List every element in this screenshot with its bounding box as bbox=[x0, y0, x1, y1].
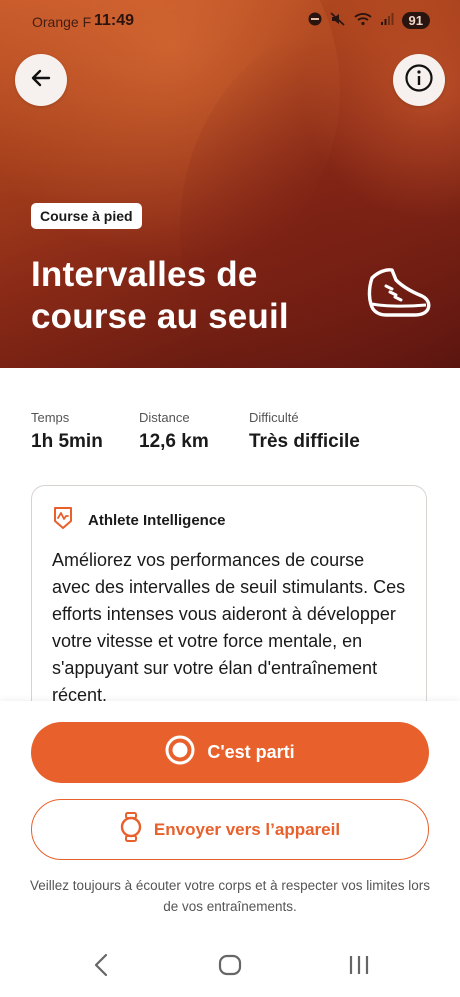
start-workout-label: C'est parti bbox=[207, 742, 295, 762]
running-shoe-icon bbox=[366, 264, 432, 331]
card-header: Athlete Intelligence bbox=[52, 506, 406, 535]
stat-difficulty: Difficulté Très difficile bbox=[249, 410, 360, 453]
page-title: Intervalles de course au seuil bbox=[31, 255, 289, 336]
record-icon bbox=[165, 735, 195, 770]
signal-icon bbox=[380, 12, 394, 29]
send-to-device-label: Envoyer vers l’appareil bbox=[153, 819, 341, 839]
stat-value: Très difficile bbox=[249, 431, 360, 452]
system-nav-bar bbox=[0, 936, 460, 997]
do-not-disturb-icon bbox=[308, 12, 322, 29]
home-nav-icon[interactable] bbox=[216, 950, 244, 985]
clock: 11:49 bbox=[94, 12, 135, 29]
back-button[interactable] bbox=[15, 54, 67, 106]
status-icons: 91 bbox=[308, 12, 430, 29]
stat-label: Difficulté bbox=[249, 410, 299, 425]
start-workout-button[interactable]: C'est parti bbox=[31, 722, 429, 783]
wifi-icon bbox=[353, 12, 372, 29]
carrier-label: Orange F bbox=[32, 14, 92, 30]
info-button[interactable] bbox=[393, 54, 445, 106]
battery-badge: 91 bbox=[401, 12, 430, 29]
recents-nav-icon[interactable] bbox=[346, 950, 372, 985]
stat-time: Temps 1h 5min bbox=[31, 410, 109, 453]
stat-label: Distance bbox=[139, 410, 190, 425]
workout-stats: Temps 1h 5min Distance 12,6 km Difficult… bbox=[31, 410, 390, 453]
stat-label: Temps bbox=[31, 410, 70, 425]
card-title: Athlete Intelligence bbox=[88, 512, 226, 529]
status-bar: Orange F 11:49 91 bbox=[0, 0, 460, 44]
send-to-device-button[interactable]: Envoyer vers l’appareil bbox=[31, 799, 429, 860]
sport-type-tag: Course à pied bbox=[31, 203, 142, 229]
stat-value: 1h 5min bbox=[31, 431, 103, 452]
card-body: Améliorez vos performances de course ave… bbox=[52, 550, 406, 705]
mute-icon bbox=[329, 12, 346, 29]
back-nav-icon[interactable] bbox=[90, 950, 112, 985]
arrow-left-icon bbox=[29, 66, 53, 95]
stat-distance: Distance 12,6 km bbox=[139, 410, 219, 453]
stat-value: 12,6 km bbox=[139, 431, 209, 452]
info-icon bbox=[404, 63, 434, 98]
athlete-intelligence-icon bbox=[52, 506, 74, 535]
safety-disclaimer: Veillez toujours à écouter votre corps e… bbox=[30, 878, 430, 914]
watch-icon bbox=[120, 812, 142, 847]
